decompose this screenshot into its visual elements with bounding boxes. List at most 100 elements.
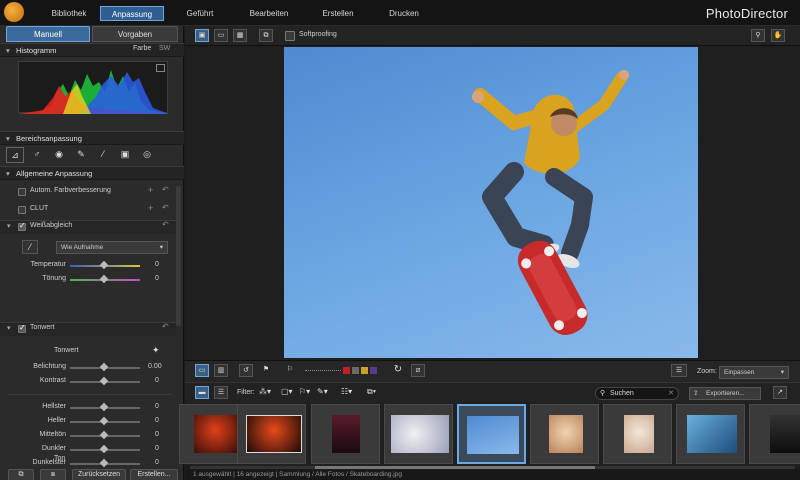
midtones-knob[interactable] [99, 430, 109, 440]
general-adjustment-header[interactable]: Allgemeine Anpassung [0, 166, 184, 180]
zoom-tool-icon[interactable]: ⚲ [751, 29, 765, 42]
main-photo-skateboarder[interactable] [284, 47, 698, 358]
rotate-right-icon[interactable]: ↻ [391, 364, 405, 377]
search-input[interactable]: ⚲ Suchen ✕ [595, 387, 679, 400]
thumbnail-6[interactable] [530, 404, 599, 464]
clut-reset-icon[interactable]: ↶ [162, 203, 169, 212]
white-balance-collapse-icon[interactable]: ▾ [7, 222, 11, 230]
darks-knob[interactable] [99, 444, 109, 454]
regional-adjustment-header[interactable]: Bereichsanpassung [0, 131, 184, 145]
view-fullscreen-icon[interactable]: ⧉ [259, 29, 273, 42]
tone-header[interactable] [0, 322, 176, 336]
clut-add-icon[interactable]: + [148, 203, 153, 213]
rotate-left-icon[interactable]: ↺ [239, 364, 253, 377]
histogram-graph [18, 61, 169, 114]
filter-sort-icon[interactable]: ☷▾ [341, 387, 352, 396]
magic-wand-icon[interactable]: ✦ [152, 345, 160, 356]
reset-button[interactable]: Zurücksetzen [72, 469, 126, 480]
search-icon: ⚲ [600, 390, 606, 397]
filter-frame-icon[interactable]: ▢▾ [281, 387, 293, 396]
brush-icon[interactable]: ✎ [72, 147, 90, 163]
filter-people-icon[interactable]: ⁂▾ [259, 387, 271, 396]
export-button[interactable]: ⇪ Exportieren... [689, 387, 761, 400]
auto-color-add-icon[interactable]: + [148, 185, 153, 195]
tone-collapse-icon[interactable]: ▾ [7, 324, 11, 332]
copy-settings-icon[interactable]: ⧈ [40, 469, 66, 480]
nav-print[interactable]: Drucken [384, 6, 424, 21]
hand-tool-icon[interactable]: ✋ [771, 29, 785, 42]
histogram-mode-color[interactable]: Farbe [133, 45, 151, 52]
thumbnail-5-selected[interactable] [457, 404, 526, 464]
graduated-filter-icon[interactable]: ▣ [116, 147, 134, 163]
thumbnail-7[interactable] [603, 404, 672, 464]
white-balance-checkbox[interactable] [18, 221, 26, 231]
unflag-icon[interactable]: ⚑ [259, 364, 273, 377]
create-preset-button[interactable]: Erstellen... [130, 469, 178, 480]
white-balance-header[interactable] [0, 220, 176, 234]
thumbnail-3[interactable] [311, 404, 380, 464]
filter-copy-icon[interactable]: ⧉▾ [367, 387, 376, 397]
gradient-icon[interactable]: ⁄ [94, 147, 112, 163]
highlights-knob[interactable] [99, 402, 109, 412]
histogram-header[interactable]: Histogramm [0, 43, 184, 57]
label-gray[interactable] [352, 367, 359, 374]
flag-icon[interactable]: ⚐ [283, 364, 297, 377]
contrast-knob[interactable] [99, 376, 109, 386]
thumbnail-9[interactable] [749, 404, 800, 464]
red-eye-icon[interactable]: ◉ [50, 147, 68, 163]
tone-reset-icon[interactable]: ↶ [162, 322, 169, 331]
softproofing-checkbox[interactable] [285, 31, 295, 41]
tone-checkbox[interactable] [18, 323, 26, 333]
tint-knob[interactable] [99, 274, 109, 284]
radial-filter-icon[interactable]: ◎ [138, 147, 156, 163]
view-compare-icon[interactable]: ▭ [214, 29, 228, 42]
label-purple[interactable] [370, 367, 377, 374]
temperature-knob[interactable] [99, 260, 109, 270]
thumbnail-2[interactable] [237, 404, 306, 464]
clut-checkbox[interactable] [18, 206, 26, 214]
spot-removal-icon[interactable]: ♂ [28, 147, 46, 163]
adjustment-panel: Manuell Vorgaben Histogramm Farbe SW ⁻ B… [0, 26, 184, 480]
share-icon[interactable]: ↗ [773, 386, 787, 399]
layout-compare-icon[interactable]: ▥ [214, 364, 228, 377]
tab-presets[interactable]: Vorgaben [92, 26, 178, 42]
eyedropper-icon[interactable]: ⁄ [22, 240, 38, 254]
thumb-red-leaf-2 [246, 415, 302, 453]
view-single-icon[interactable]: ▣ [195, 29, 209, 42]
nav-edit[interactable]: Bearbeiten [244, 6, 294, 21]
thumb-skateboarder [467, 416, 519, 454]
filmstrip-scroll-thumb[interactable] [315, 466, 595, 469]
tab-manual[interactable]: Manuell [6, 26, 90, 42]
filter-flag-icon[interactable]: ⚐▾ [299, 387, 310, 396]
label-yellow[interactable] [361, 367, 368, 374]
clipping-icon[interactable] [156, 64, 165, 72]
sort-order-icon[interactable]: ☰ [671, 364, 687, 377]
crop-icon[interactable]: ⊿ [6, 147, 24, 163]
nav-adjustment[interactable]: Anpassung [100, 6, 164, 21]
white-balance-reset-icon[interactable]: ↶ [162, 220, 169, 229]
auto-color-checkbox[interactable] [18, 188, 26, 196]
nav-library[interactable]: Bibliothek [44, 6, 94, 21]
compare-before-after-icon[interactable]: ⧉ [8, 469, 34, 480]
filmstrip-view-icon[interactable]: ▬ [195, 386, 209, 399]
label-red[interactable] [343, 367, 350, 374]
crop-view-icon[interactable]: ⧄ [411, 364, 425, 377]
rating-stars[interactable] [305, 370, 341, 371]
layout-filmstrip-icon[interactable]: ▭ [195, 364, 209, 377]
list-view-icon[interactable]: ☰ [214, 386, 228, 399]
thumbnail-8[interactable] [676, 404, 745, 464]
nav-guided[interactable]: Geführt [180, 6, 220, 21]
darkest-knob[interactable] [99, 458, 109, 468]
exposure-knob[interactable] [99, 362, 109, 372]
auto-color-reset-icon[interactable]: ↶ [162, 185, 169, 194]
thumbnail-4[interactable] [384, 404, 453, 464]
panel-scrollbar[interactable] [176, 186, 181, 326]
white-balance-preset-dropdown[interactable]: Wie Aufnahme ▾ [56, 241, 168, 254]
nav-create[interactable]: Erstellen [316, 6, 360, 21]
histogram-mode-bw[interactable]: SW [159, 45, 170, 52]
filter-edit-icon[interactable]: ✎▾ [317, 387, 328, 396]
clear-search-icon[interactable]: ✕ [668, 388, 674, 399]
brights-knob[interactable] [99, 416, 109, 426]
view-grid-icon[interactable]: ▦ [233, 29, 247, 42]
zoom-dropdown[interactable]: Einpassen ▾ [719, 366, 789, 379]
